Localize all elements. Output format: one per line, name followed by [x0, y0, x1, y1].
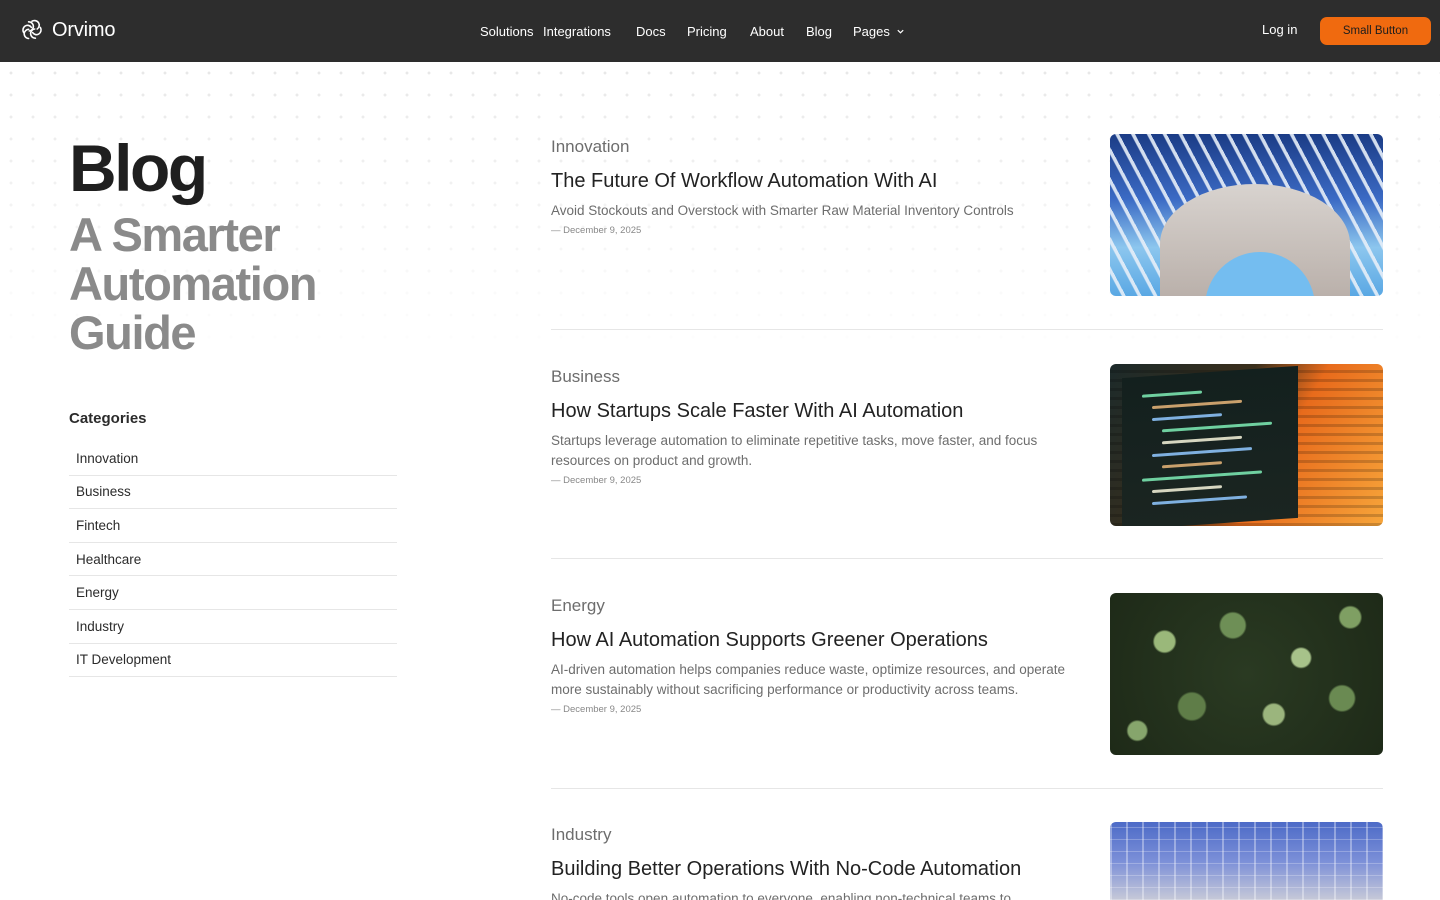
post-text: Innovation The Future Of Workflow Automa… [551, 137, 1081, 236]
post-category[interactable]: Energy [551, 596, 1081, 616]
code-screen-image[interactable] [1110, 364, 1383, 526]
page-subtitle: A Smarter Automation Guide [69, 208, 317, 359]
navbar: Orvimo Solutions Integrations Docs Prici… [0, 0, 1440, 62]
post-excerpt: Startups leverage automation to eliminat… [551, 433, 1038, 468]
categories-list: Innovation Business Fintech Healthcare E… [69, 442, 397, 678]
post-excerpt: No-code tools open automation to everyon… [551, 891, 1012, 900]
post-text: Energy How AI Automation Supports Greene… [551, 596, 1081, 715]
post-title[interactable]: Building Better Operations With No-Code … [551, 857, 1081, 881]
nav-link-integrations[interactable]: Integrations [543, 24, 611, 39]
categories-heading: Categories [69, 410, 147, 427]
post-date: — December 9, 2025 [551, 704, 642, 715]
nav-link-about[interactable]: About [750, 24, 784, 39]
code-line [1142, 470, 1262, 482]
post-divider [551, 788, 1383, 789]
login-link[interactable]: Log in [1262, 22, 1297, 37]
nav-link-pages-label: Pages [853, 23, 890, 39]
post-text: Business How Startups Scale Faster With … [551, 367, 1081, 486]
post-excerpt: AI-driven automation helps companies red… [551, 662, 1066, 697]
post-date: — December 9, 2025 [551, 475, 642, 486]
page-title: Blog [69, 131, 208, 205]
orvimo-logo-icon [22, 19, 42, 40]
category-it-development[interactable]: IT Development [69, 644, 397, 678]
code-line [1152, 485, 1222, 494]
small-cta-button[interactable]: Small Button [1320, 17, 1431, 45]
code-line [1152, 495, 1247, 506]
code-line [1162, 461, 1222, 469]
category-energy[interactable]: Energy [69, 576, 397, 610]
post-divider [551, 329, 1383, 330]
category-healthcare[interactable]: Healthcare [69, 543, 397, 577]
nav-link-docs[interactable]: Docs [636, 24, 666, 39]
code-line [1152, 399, 1242, 410]
category-industry[interactable]: Industry [69, 610, 397, 644]
post-category[interactable]: Innovation [551, 137, 1081, 157]
forest-aerial-image[interactable] [1110, 593, 1383, 755]
post-text: Industry Building Better Operations With… [551, 825, 1081, 900]
code-line [1162, 421, 1272, 433]
post-excerpt: Avoid Stockouts and Overstock with Smart… [551, 203, 1014, 218]
brand[interactable]: Orvimo [20, 18, 115, 42]
brand-name: Orvimo [52, 18, 116, 41]
code-line [1152, 447, 1252, 458]
post-title[interactable]: How Startups Scale Faster With AI Automa… [551, 399, 1081, 423]
code-line [1152, 413, 1222, 422]
category-fintech[interactable]: Fintech [69, 509, 397, 543]
nav-link-solutions[interactable]: Solutions [480, 24, 533, 39]
post-category[interactable]: Industry [551, 825, 1081, 845]
post-category[interactable]: Business [551, 367, 1081, 387]
post-date: — December 9, 2025 [551, 225, 642, 236]
code-line [1142, 390, 1202, 398]
nav-link-pages[interactable]: Pages [853, 24, 905, 39]
category-innovation[interactable]: Innovation [69, 442, 397, 476]
factory-image[interactable] [1110, 822, 1383, 900]
code-line [1162, 435, 1242, 445]
chevron-down-icon [897, 29, 904, 34]
post-title[interactable]: The Future Of Workflow Automation With A… [551, 169, 1081, 193]
nav-link-blog[interactable]: Blog [806, 24, 832, 39]
monitor-screen [1122, 365, 1298, 526]
post-title[interactable]: How AI Automation Supports Greener Opera… [551, 628, 1081, 652]
category-business[interactable]: Business [69, 476, 397, 510]
modern-architecture-image[interactable] [1110, 134, 1383, 296]
nav-link-pricing[interactable]: Pricing [687, 24, 727, 39]
post-divider [551, 558, 1383, 559]
